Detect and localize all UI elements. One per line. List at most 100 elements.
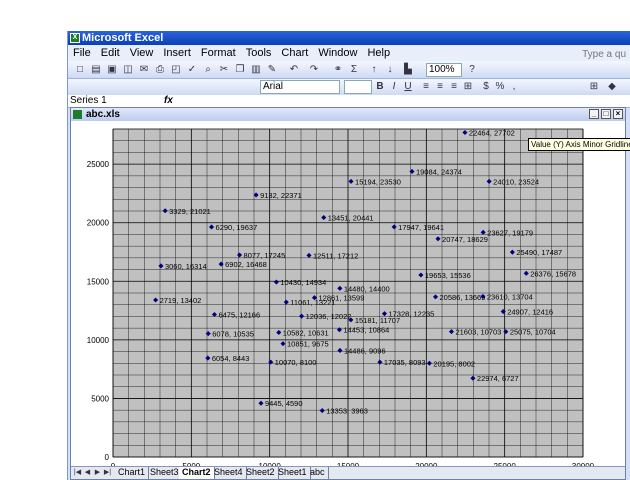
new-icon[interactable]: □	[74, 64, 86, 76]
chart-element-tooltip: Value (Y) Axis Minor Gridlines	[528, 138, 630, 151]
copy-icon[interactable]: ❐	[234, 64, 246, 76]
data-label: 14480, 14400	[344, 284, 390, 293]
menu-insert[interactable]: Insert	[158, 45, 196, 61]
last-sheet-icon[interactable]: ▶|	[103, 468, 112, 478]
comma-button[interactable]: ,	[508, 81, 520, 93]
font-size-select[interactable]	[344, 80, 372, 94]
data-label: 10070, 8100	[275, 358, 317, 367]
fx-icon[interactable]: fx	[164, 95, 173, 106]
tab-abc[interactable]: abc	[307, 467, 329, 479]
data-label: 25490, 17487	[516, 248, 562, 257]
data-label: 3329, 21021	[169, 207, 211, 216]
data-label: 9132, 22371	[260, 191, 302, 200]
undo-icon[interactable]: ↶	[288, 64, 300, 76]
data-label: 6054, 8443	[212, 354, 250, 363]
menu-help[interactable]: Help	[362, 45, 395, 61]
merge-center-icon[interactable]: ⊞	[462, 81, 474, 93]
close-icon[interactable]: ×	[613, 109, 623, 119]
data-label: 12036, 12022	[306, 312, 352, 321]
help-search-input[interactable]: Type a qu	[577, 47, 630, 62]
title-bar[interactable]: X Microsoft Excel	[68, 31, 630, 45]
y-tick-label: 5000	[91, 394, 109, 403]
data-label: 20747, 18629	[442, 235, 488, 244]
autosum-icon[interactable]: Σ	[348, 64, 360, 76]
data-label: 15181, 11707	[355, 316, 400, 325]
hyperlink-icon[interactable]: ⚭	[332, 64, 344, 76]
menu-tools[interactable]: Tools	[241, 45, 277, 61]
menu-bar: File Edit View Insert Format Tools Chart Window…	[68, 45, 630, 61]
data-label: 26376, 15678	[530, 269, 576, 278]
data-label: 23627, 19179	[487, 228, 533, 237]
data-label: 19653, 15536	[425, 271, 471, 280]
data-label: 6290, 19637	[216, 223, 258, 232]
data-label: 9445, 4590	[265, 399, 303, 408]
scatter-chart[interactable]: 0500010000150002000025000300000500010000…	[71, 121, 625, 466]
next-sheet-icon[interactable]: ▶	[93, 468, 102, 478]
italic-button[interactable]: I	[388, 81, 400, 93]
workbook-icon	[73, 110, 82, 119]
data-label: 3060, 16314	[165, 262, 207, 271]
y-tick-label: 20000	[87, 219, 110, 228]
align-left-icon[interactable]: ≡	[420, 81, 432, 93]
sort-descending-icon[interactable]: ↓	[384, 64, 396, 76]
align-right-icon[interactable]: ≡	[448, 81, 460, 93]
fill-color-icon[interactable]: ◆	[606, 81, 618, 93]
menu-format[interactable]: Format	[196, 45, 241, 61]
data-label: 22974, 6727	[477, 374, 519, 383]
data-label: 12511, 17212	[313, 251, 358, 260]
menu-edit[interactable]: Edit	[96, 45, 125, 61]
research-icon[interactable]: ⌕	[202, 64, 214, 76]
help-icon[interactable]: ?	[466, 64, 478, 76]
open-icon[interactable]: ▤	[90, 64, 102, 76]
data-label: 10851, 9675	[287, 340, 329, 349]
data-label: 8077, 17245	[244, 251, 286, 260]
cut-icon[interactable]: ✂	[218, 64, 230, 76]
data-label: 25075, 10704	[510, 328, 556, 337]
minimize-icon[interactable]: _	[589, 109, 599, 119]
permission-icon[interactable]: ◫	[122, 64, 134, 76]
data-label: 24010, 23524	[493, 177, 539, 186]
tab-sheet3[interactable]: Sheet3	[147, 467, 183, 479]
currency-button[interactable]: $	[480, 81, 492, 93]
data-label: 17947, 19641	[398, 223, 444, 232]
tab-chart2[interactable]: Chart2	[179, 467, 215, 479]
data-label: 17035, 8093	[384, 358, 426, 367]
workbook-title-bar[interactable]: abc.xls _ □ ×	[71, 108, 625, 121]
save-icon[interactable]: ▣	[106, 64, 118, 76]
zoom-select[interactable]: 100%	[426, 63, 462, 77]
format-painter-icon[interactable]: ✎	[266, 64, 278, 76]
email-icon[interactable]: ✉	[138, 64, 150, 76]
align-center-icon[interactable]: ≡	[434, 81, 446, 93]
print-icon[interactable]: ⎙	[154, 64, 166, 76]
underline-button[interactable]: U	[402, 81, 414, 93]
borders-icon[interactable]: ⊞	[588, 81, 600, 93]
data-label: 21603, 10703	[455, 328, 501, 337]
y-tick-label: 0	[105, 453, 110, 462]
tab-chart1[interactable]: Chart1	[115, 467, 150, 479]
restore-icon[interactable]: □	[601, 109, 611, 119]
redo-icon[interactable]: ↷	[308, 64, 320, 76]
first-sheet-icon[interactable]: |◀	[73, 468, 82, 478]
font-name-select[interactable]: Arial	[260, 80, 340, 94]
spelling-icon[interactable]: ✓	[186, 64, 198, 76]
prev-sheet-icon[interactable]: ◀	[83, 468, 92, 478]
tab-sheet4[interactable]: Sheet4	[211, 467, 247, 479]
menu-view[interactable]: View	[125, 45, 159, 61]
workbook-window: abc.xls _ □ × 0 5000 10000 15000 20000 25000 3…	[70, 107, 626, 480]
menu-window[interactable]: Window	[313, 45, 362, 61]
data-label: 2719, 13402	[160, 296, 202, 305]
paste-icon[interactable]: ▥	[250, 64, 262, 76]
tab-sheet1[interactable]: Sheet1	[275, 467, 311, 479]
bold-button[interactable]: B	[374, 81, 386, 93]
sheet-tab-bar: |◀ ◀ ▶ ▶| Chart1 Sheet3 Chart2 Sheet4 Sh…	[71, 466, 625, 479]
formatting-toolbar: Arial B I U ≡ ≡ ≡ ⊞ $ % , ⊞ ◆	[68, 79, 630, 95]
chart-wizard-icon[interactable]: ▙	[402, 64, 414, 76]
sort-ascending-icon[interactable]: ↑	[368, 64, 380, 76]
percent-button[interactable]: %	[494, 81, 506, 93]
data-label: 14453, 10864	[343, 326, 389, 335]
print-preview-icon[interactable]: ◰	[170, 64, 182, 76]
menu-chart[interactable]: Chart	[276, 45, 313, 61]
tab-sheet2[interactable]: Sheet2	[243, 467, 279, 479]
excel-icon: X	[70, 33, 80, 43]
menu-file[interactable]: File	[68, 45, 96, 61]
